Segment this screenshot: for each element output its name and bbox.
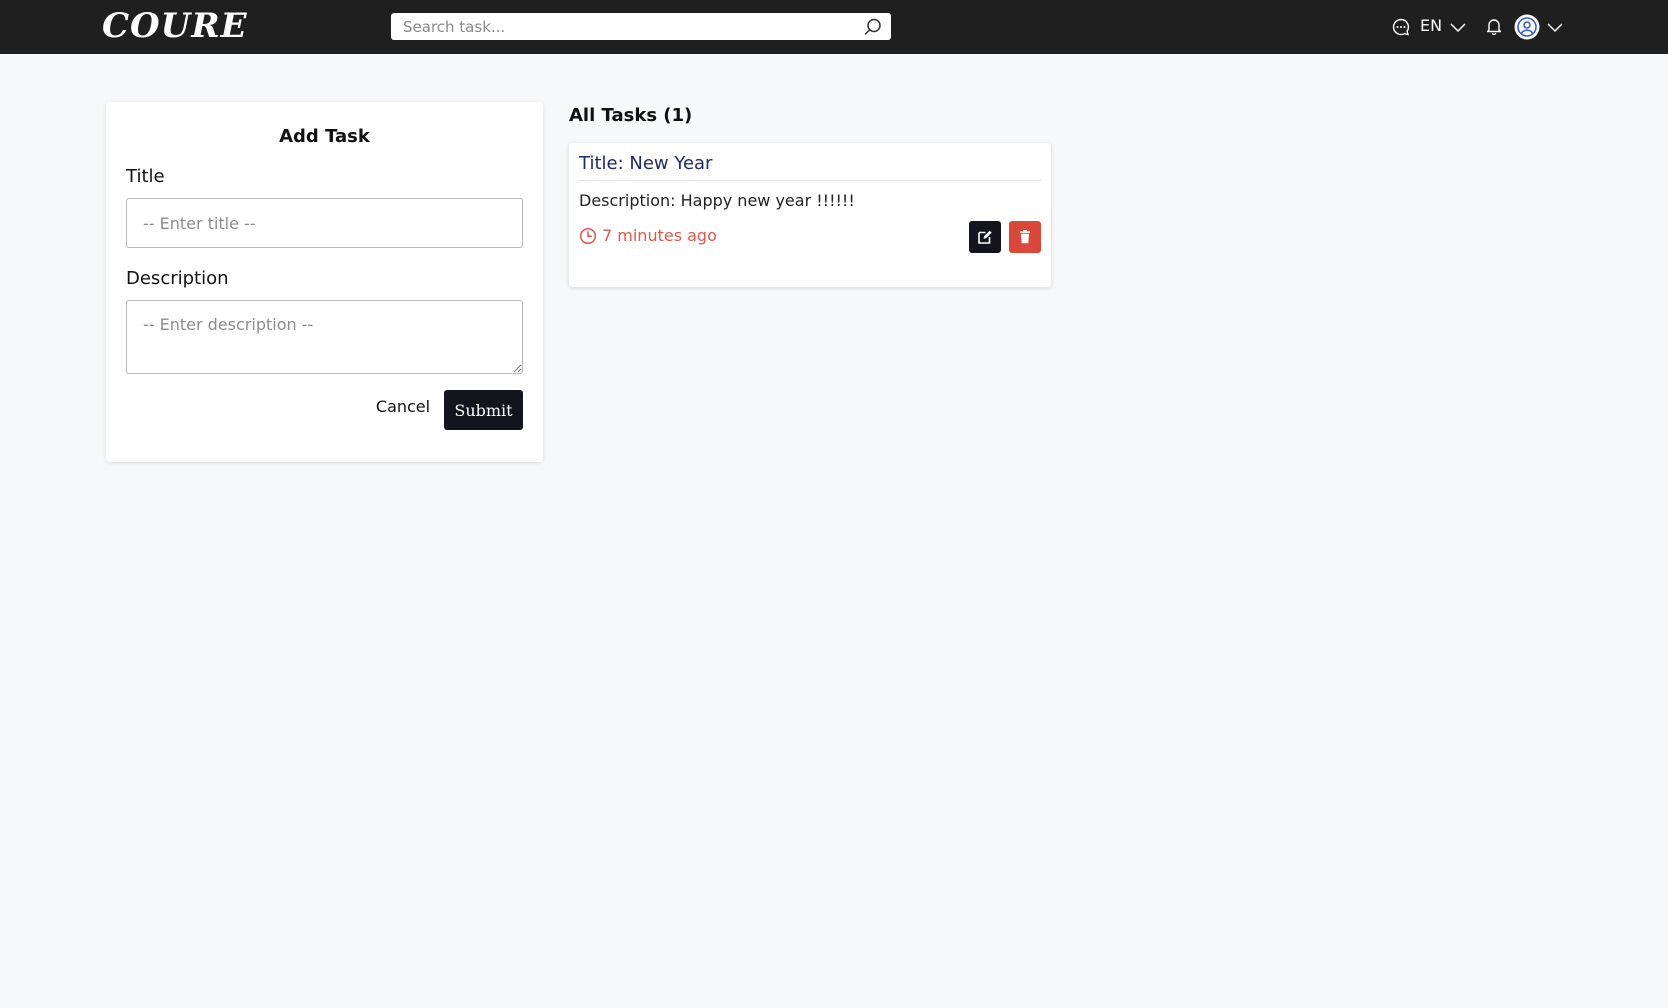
chevron-down-icon[interactable] [1546,18,1564,36]
search-box[interactable] [391,13,891,40]
add-task-card: Add Task Title Description Cancel Submit [106,102,543,462]
title-input[interactable] [126,198,523,248]
task-card: Title: New Year Description: Happy new y… [569,143,1051,287]
all-tasks-heading: All Tasks (1) [569,105,693,126]
top-navbar: COURE EN [0,0,1668,54]
avatar-icon[interactable] [1514,14,1540,40]
edit-task-button[interactable] [969,221,1001,253]
task-divider [579,180,1041,181]
language-selector[interactable]: EN [1420,16,1442,35]
description-input[interactable] [126,300,523,374]
task-title: Title: New Year [579,153,713,174]
chevron-down-icon[interactable] [1449,18,1467,36]
search-icon[interactable] [863,17,883,37]
add-task-heading: Add Task [279,126,370,147]
trash-icon [1020,230,1030,244]
edit-icon [978,230,992,244]
clock-icon [579,227,597,245]
task-time: 7 minutes ago [602,226,717,245]
search-input[interactable] [391,13,851,40]
task-description: Description: Happy new year !!!!!! [579,191,855,210]
submit-button[interactable]: Submit [444,390,523,430]
title-label: Title [126,166,165,187]
chat-icon[interactable] [1391,17,1411,37]
logo[interactable]: COURE [102,6,248,46]
cancel-button[interactable]: Cancel [374,391,432,421]
delete-task-button[interactable] [1009,221,1041,253]
description-label: Description [126,268,229,289]
bell-icon[interactable] [1484,16,1504,36]
